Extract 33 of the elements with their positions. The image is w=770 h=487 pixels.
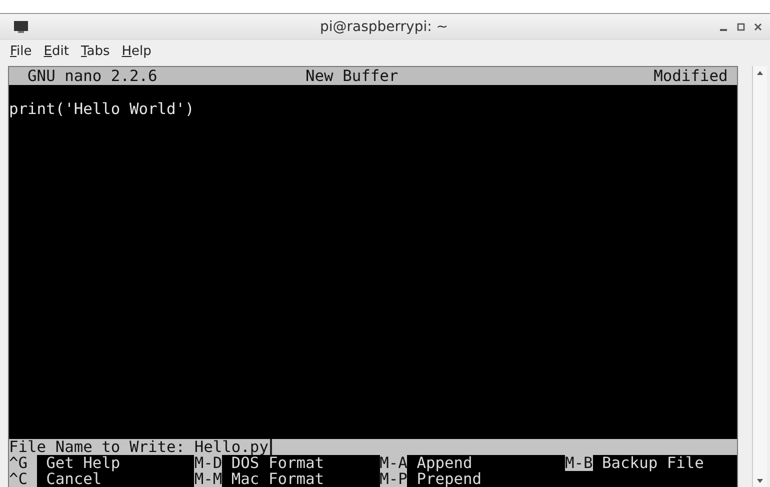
scrollbar[interactable] bbox=[752, 66, 767, 487]
shortcut-label: Get Help bbox=[46, 455, 120, 471]
window-title: pi@raspberrypi: ~ bbox=[318, 18, 450, 34]
menu-item[interactable]: Edit bbox=[44, 44, 69, 58]
modified-label: Modified bbox=[654, 68, 728, 84]
scroll-down-icon[interactable] bbox=[756, 478, 764, 484]
close-icon[interactable] bbox=[754, 22, 762, 30]
maximize-icon[interactable] bbox=[737, 22, 745, 30]
shortcut-label: Cancel bbox=[46, 471, 102, 487]
shortcut-key: ^C bbox=[9, 471, 37, 487]
filename-value: Hello.py bbox=[194, 439, 268, 455]
shortcut-label: Prepend bbox=[416, 471, 482, 487]
shortcut-key: M-M bbox=[194, 471, 222, 487]
shortcut-key: M-D bbox=[194, 455, 222, 471]
shortcut-key: ^G bbox=[9, 455, 37, 471]
buffer-name: New Buffer bbox=[306, 68, 400, 84]
menu-item[interactable]: File bbox=[10, 44, 32, 58]
code-line: print('Hello World') bbox=[9, 100, 194, 118]
menu-item[interactable]: Help bbox=[122, 44, 152, 58]
shortcut-label: DOS Format bbox=[231, 455, 324, 471]
terminal-icon bbox=[14, 20, 28, 32]
shortcut-key: M-A bbox=[380, 455, 408, 471]
shortcut-label: Append bbox=[416, 455, 472, 471]
shortcut-label: Mac Format bbox=[231, 471, 324, 487]
filename-prompt[interactable]: File Name to Write: Hello.py bbox=[9, 439, 737, 455]
shortcut-key: M-B bbox=[564, 455, 593, 471]
version-label: GNU nano 2.2.6 bbox=[28, 68, 158, 84]
menu-item[interactable]: Tabs bbox=[80, 44, 110, 58]
prompt-label: File Name to Write: bbox=[9, 439, 186, 455]
text-cursor bbox=[270, 439, 272, 455]
shortcut-label: Backup File bbox=[602, 455, 704, 471]
shortcut-key: M-P bbox=[380, 471, 408, 487]
scroll-up-icon[interactable] bbox=[756, 70, 764, 76]
